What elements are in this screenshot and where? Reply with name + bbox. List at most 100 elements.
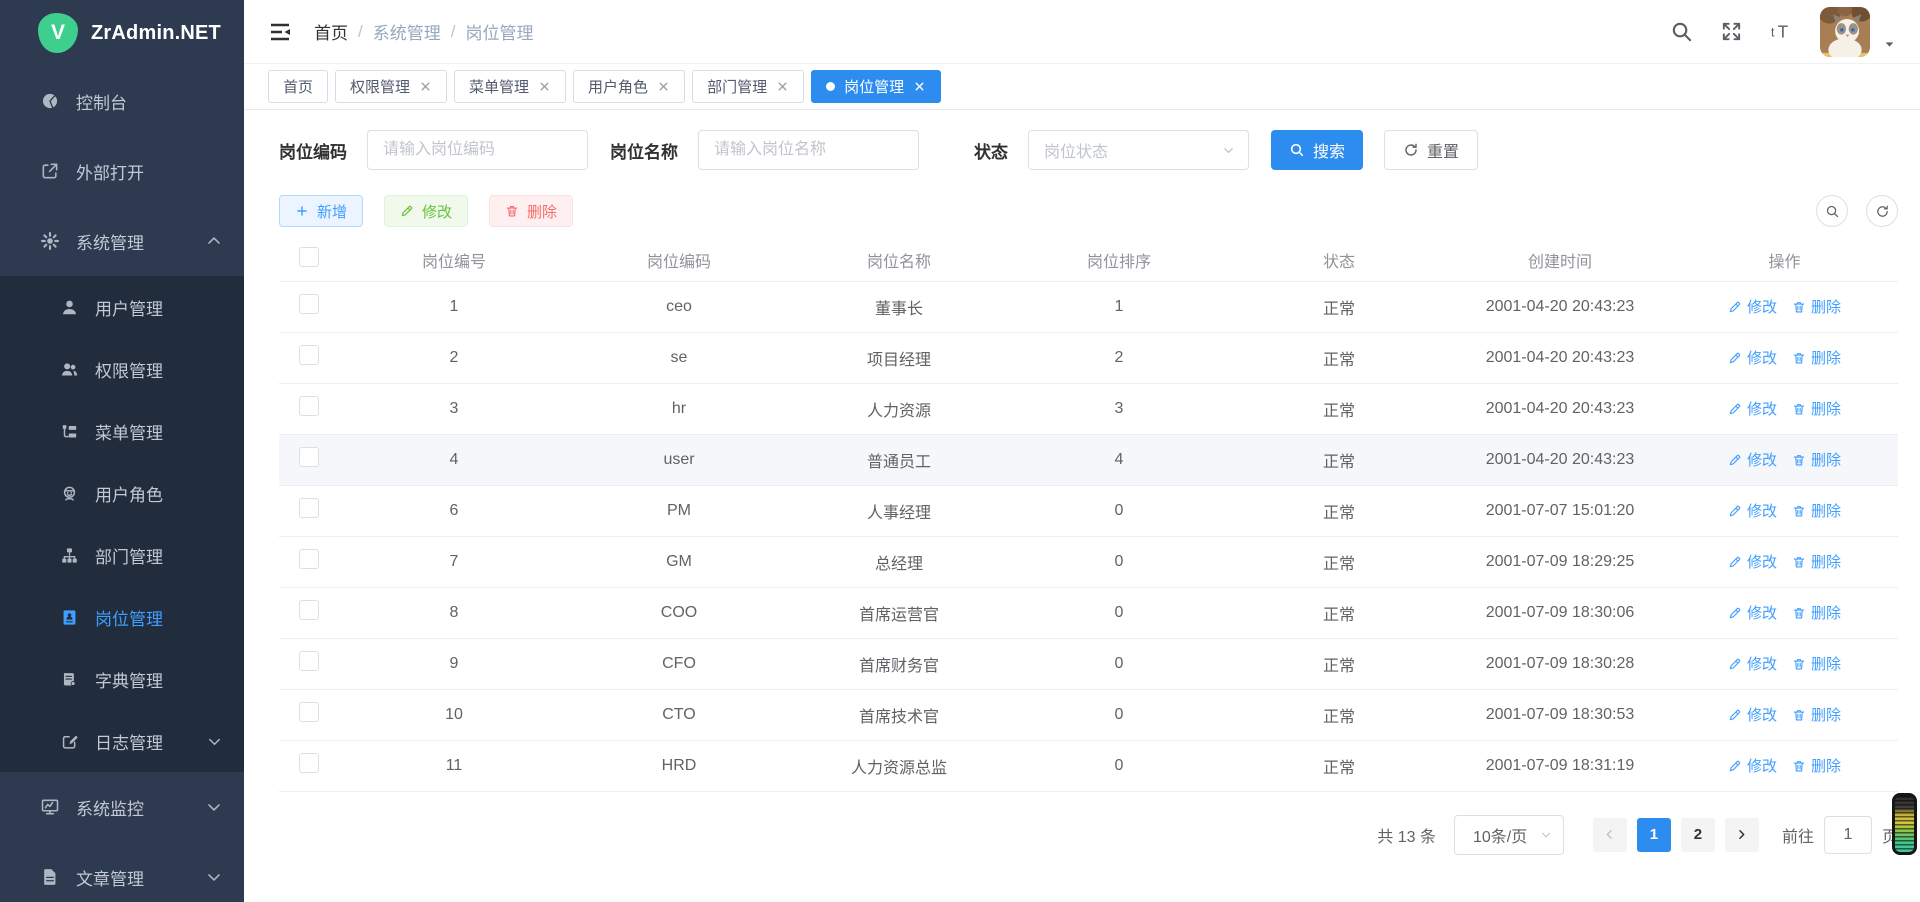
row-actions: 修改 删除 — [1671, 653, 1898, 674]
sidebar-item-logs[interactable]: 日志管理 — [0, 710, 244, 772]
sidebar-item-system[interactable]: 系统管理 — [0, 206, 244, 276]
next-page-button[interactable] — [1725, 818, 1759, 852]
row-edit-button[interactable]: 修改 — [1728, 500, 1777, 521]
column-header: 岗位编号 — [339, 239, 569, 281]
toggle-search-icon[interactable] — [1816, 195, 1848, 227]
tab-perms[interactable]: 权限管理 — [335, 70, 447, 103]
menu-fold-icon[interactable] — [268, 20, 292, 44]
row-checkbox[interactable] — [299, 447, 319, 467]
trash-icon — [1792, 708, 1806, 722]
row-delete-label: 删除 — [1811, 398, 1841, 419]
row-delete-button[interactable]: 删除 — [1792, 347, 1841, 368]
cell-id: 2 — [339, 332, 569, 383]
sidebar-item-posts[interactable]: 岗位管理 — [0, 586, 244, 648]
row-actions: 修改 删除 — [1671, 602, 1898, 623]
font-size-icon[interactable]: tT — [1770, 20, 1793, 43]
row-checkbox[interactable] — [299, 651, 319, 671]
row-edit-button[interactable]: 修改 — [1728, 755, 1777, 776]
page-size-select[interactable]: 10条/页 — [1454, 815, 1564, 855]
row-delete-button[interactable]: 删除 — [1792, 296, 1841, 317]
close-icon[interactable] — [538, 80, 551, 93]
cell-code: se — [569, 332, 789, 383]
row-delete-button[interactable]: 删除 — [1792, 551, 1841, 572]
page-button-2[interactable]: 2 — [1681, 818, 1715, 852]
row-delete-button[interactable]: 删除 — [1792, 602, 1841, 623]
cell-created: 2001-07-09 18:30:53 — [1449, 689, 1671, 740]
row-delete-label: 删除 — [1811, 704, 1841, 725]
close-icon[interactable] — [776, 80, 789, 93]
row-edit-button[interactable]: 修改 — [1728, 602, 1777, 623]
sidebar-item-depts[interactable]: 部门管理 — [0, 524, 244, 586]
status-select[interactable]: 岗位状态 — [1028, 130, 1249, 170]
post-name-input[interactable] — [698, 130, 919, 170]
sidebar-item-articles[interactable]: 文章管理 — [0, 842, 244, 902]
cell-id: 1 — [339, 281, 569, 332]
row-checkbox[interactable] — [299, 396, 319, 416]
cell-id: 11 — [339, 740, 569, 791]
row-edit-button[interactable]: 修改 — [1728, 347, 1777, 368]
row-edit-button[interactable]: 修改 — [1728, 551, 1777, 572]
delete-button[interactable]: 删除 — [489, 195, 573, 227]
search-icon[interactable] — [1670, 20, 1693, 43]
page-button-1[interactable]: 1 — [1637, 818, 1671, 852]
fullscreen-icon[interactable] — [1720, 20, 1743, 43]
search-button[interactable]: 搜索 — [1271, 130, 1363, 170]
row-edit-button[interactable]: 修改 — [1728, 398, 1777, 419]
row-edit-button[interactable]: 修改 — [1728, 296, 1777, 317]
cell-status: 正常 — [1229, 638, 1449, 689]
sidebar-item-label: 用户角色 — [95, 481, 163, 506]
close-icon[interactable] — [419, 80, 432, 93]
select-all-checkbox[interactable] — [299, 247, 319, 267]
sidebar-item-menus[interactable]: 菜单管理 — [0, 400, 244, 462]
avatar[interactable] — [1820, 7, 1870, 57]
row-delete-button[interactable]: 删除 — [1792, 449, 1841, 470]
row-delete-button[interactable]: 删除 — [1792, 398, 1841, 419]
close-icon[interactable] — [913, 80, 926, 93]
row-checkbox[interactable] — [299, 345, 319, 365]
close-icon[interactable] — [657, 80, 670, 93]
reset-button[interactable]: 重置 — [1384, 130, 1478, 170]
post-code-input[interactable] — [367, 130, 588, 170]
row-edit-button[interactable]: 修改 — [1728, 449, 1777, 470]
row-delete-label: 删除 — [1811, 653, 1841, 674]
caret-down-icon[interactable] — [1883, 38, 1896, 51]
row-delete-button[interactable]: 删除 — [1792, 653, 1841, 674]
goto-page-input[interactable] — [1824, 816, 1872, 854]
sidebar-item-perms[interactable]: 权限管理 — [0, 338, 244, 400]
row-checkbox[interactable] — [299, 294, 319, 314]
tab-menus[interactable]: 菜单管理 — [454, 70, 566, 103]
cell-sort: 0 — [1009, 536, 1229, 587]
prev-page-button[interactable] — [1593, 818, 1627, 852]
sidebar-item-monitor[interactable]: 系统监控 — [0, 772, 244, 842]
sidebar-item-external[interactable]: 外部打开 — [0, 136, 244, 206]
dashboard-icon — [40, 91, 60, 111]
row-delete-button[interactable]: 删除 — [1792, 704, 1841, 725]
row-checkbox[interactable] — [299, 702, 319, 722]
row-checkbox[interactable] — [299, 549, 319, 569]
sidebar-item-console[interactable]: 控制台 — [0, 66, 244, 136]
row-checkbox[interactable] — [299, 753, 319, 773]
row-checkbox[interactable] — [299, 498, 319, 518]
sidebar-item-users[interactable]: 用户管理 — [0, 276, 244, 338]
sidebar-item-label: 权限管理 — [95, 357, 163, 382]
scroll-indicator-widget[interactable] — [1892, 793, 1917, 855]
row-edit-button[interactable]: 修改 — [1728, 653, 1777, 674]
tab-roles[interactable]: 用户角色 — [573, 70, 685, 103]
row-delete-button[interactable]: 删除 — [1792, 500, 1841, 521]
edit-button[interactable]: 修改 — [384, 195, 468, 227]
refresh-table-icon[interactable] — [1866, 195, 1898, 227]
row-checkbox[interactable] — [299, 600, 319, 620]
row-edit-button[interactable]: 修改 — [1728, 704, 1777, 725]
row-delete-label: 删除 — [1811, 602, 1841, 623]
tab-posts[interactable]: 岗位管理 — [811, 70, 941, 103]
breadcrumb-item[interactable]: 首页 — [314, 19, 348, 44]
tab-depts[interactable]: 部门管理 — [692, 70, 804, 103]
cell-status: 正常 — [1229, 281, 1449, 332]
tab-home[interactable]: 首页 — [268, 70, 328, 103]
sidebar-item-dict[interactable]: 字典管理 — [0, 648, 244, 710]
add-button[interactable]: 新增 — [279, 195, 363, 227]
page-number-list: 12 — [1632, 818, 1720, 852]
sidebar-item-roles[interactable]: 用户角色 — [0, 462, 244, 524]
table-row: 9CFO首席财务官0正常2001-07-09 18:30:28修改删除 — [279, 638, 1898, 689]
row-delete-button[interactable]: 删除 — [1792, 755, 1841, 776]
